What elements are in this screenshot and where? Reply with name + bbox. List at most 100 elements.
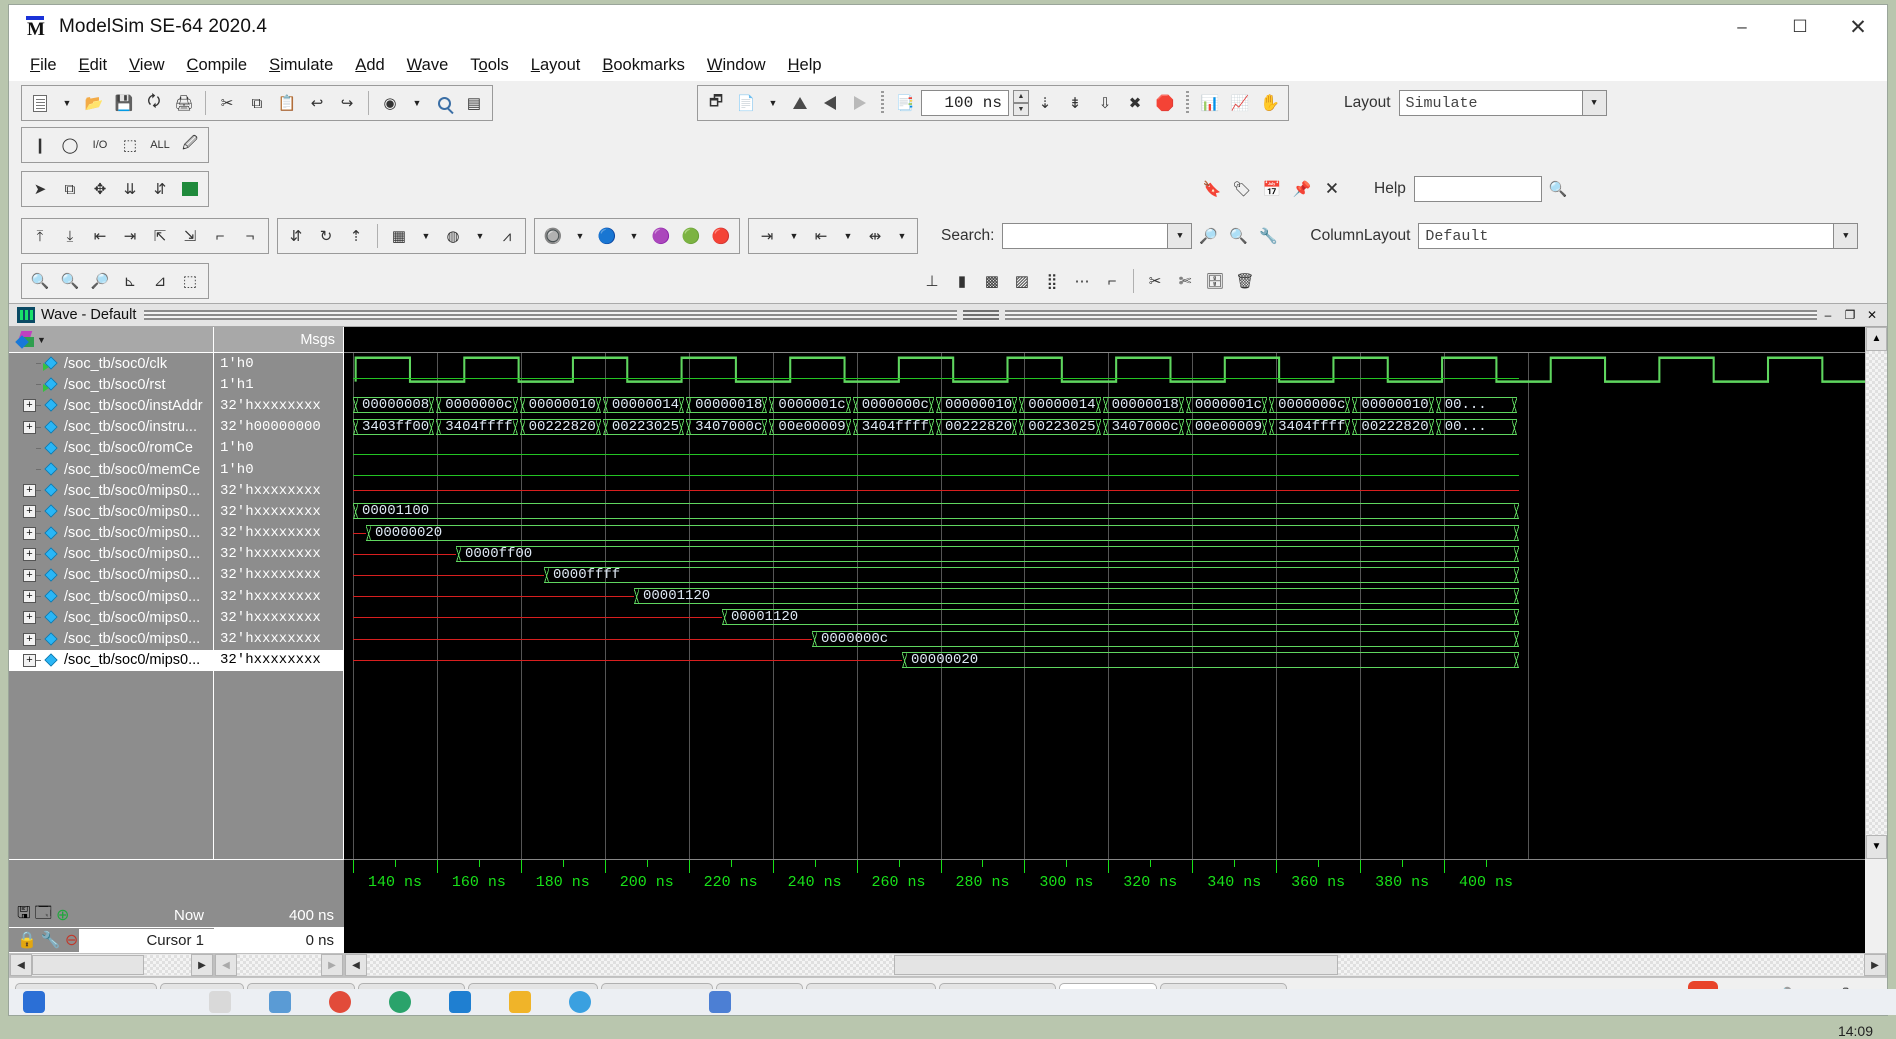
delete-bookmark-icon[interactable]: 🗙 [1318, 175, 1346, 203]
display-bars-icon[interactable]: ▮ [948, 267, 976, 295]
windows-start-icon[interactable] [23, 991, 45, 1013]
expand-signal-icon[interactable]: + [23, 611, 36, 624]
help-input[interactable] [1414, 176, 1542, 202]
io-icon[interactable]: I/O [86, 131, 114, 159]
step-dropdown-icon[interactable]: ▼ [762, 89, 784, 117]
wave-save-icon[interactable]: 🖫 [17, 902, 31, 929]
expand-signal-icon[interactable]: + [23, 505, 36, 518]
add-bookmark-icon[interactable]: 🔖 [1198, 175, 1226, 203]
expand-signal-icon[interactable]: + [23, 548, 36, 561]
chevron-down-icon[interactable]: ▼ [1582, 91, 1606, 115]
taskbar-qq-icon[interactable] [569, 991, 591, 1013]
expand-signal-icon[interactable]: + [23, 484, 36, 497]
lock-icon[interactable]: 🔒 [17, 930, 37, 950]
edit-bookmark-icon[interactable]: 🏷 [1228, 175, 1256, 203]
scroll-up-arrow-icon[interactable]: ▲ [1866, 327, 1887, 351]
zoom-in-icon[interactable]: 🔍 [26, 267, 54, 295]
signal-row[interactable]: +/soc_tb/soc0/clk [9, 353, 213, 374]
zoom-out-icon[interactable]: 🔍 [56, 267, 84, 295]
cursor-label[interactable]: Cursor 1 [79, 929, 214, 952]
collapse-icon[interactable]: ⇲ [176, 222, 204, 250]
wave-scroll-thumb[interactable] [894, 955, 1338, 975]
analog-icon[interactable]: ⩘ [493, 222, 521, 250]
run-icon[interactable]: ⇣ [1031, 89, 1059, 117]
cut-wave-icon[interactable]: ✂ [1141, 267, 1169, 295]
cut-icon[interactable]: ✂ [213, 89, 241, 117]
signal-value[interactable]: 1'h0 [214, 459, 343, 480]
radix-icon[interactable]: ◍ [439, 222, 467, 250]
menu-view[interactable]: View [118, 53, 175, 78]
columns-icon[interactable]: ▤ [460, 89, 488, 117]
names-scroll-thumb[interactable] [32, 955, 144, 975]
signal-value[interactable]: 32'hxxxxxxxx [214, 523, 343, 544]
signal-row[interactable]: +/soc_tb/soc0/mips0... [9, 544, 213, 565]
signal-row[interactable]: +/soc_tb/soc0/mips0... [9, 628, 213, 649]
zoom-full-icon[interactable]: 🔎 [86, 267, 114, 295]
undo-icon[interactable]: ↩ [303, 89, 331, 117]
wave-scroll-left-icon[interactable]: ◀ [345, 954, 367, 976]
values-scroll-track[interactable] [237, 955, 321, 975]
layout-select[interactable]: Simulate ▼ [1399, 90, 1607, 116]
signal-group-icon[interactable] [15, 331, 35, 349]
stop-icon[interactable]: 🛑 [1151, 89, 1179, 117]
signal-value[interactable]: 32'hxxxxxxxx [214, 565, 343, 586]
signal-value[interactable]: 32'hxxxxxxxx [214, 480, 343, 501]
add-cursor-icon[interactable]: ⊕ [56, 905, 69, 925]
redo-icon[interactable]: ↪ [333, 89, 361, 117]
signal-value[interactable]: 32'hxxxxxxxx [214, 650, 343, 671]
search-prev-icon[interactable]: 🔎 [1194, 222, 1222, 250]
signal-row[interactable]: +/soc_tb/soc0/mips0... [9, 523, 213, 544]
signal-row[interactable]: +/soc_tb/soc0/mips0... [9, 650, 213, 671]
wrench-icon[interactable]: 🔧 [41, 930, 61, 950]
menu-wave[interactable]: Wave [396, 53, 460, 78]
memory-profile-icon[interactable]: 📈 [1226, 89, 1254, 117]
signal-row[interactable]: +/soc_tb/soc0/memCe [9, 459, 213, 480]
search-chevron-down-icon[interactable]: ▼ [1167, 224, 1191, 248]
time-ruler[interactable]: 140 ns160 ns180 ns200 ns220 ns240 ns260 … [344, 859, 1865, 903]
marker-delete-icon[interactable]: 🟣 [647, 222, 675, 250]
all-signals-icon[interactable]: ALL [146, 131, 174, 159]
signal-value[interactable]: 32'hxxxxxxxx [214, 395, 343, 416]
signal-value[interactable]: 1'h1 [214, 374, 343, 395]
taskbar-explorer-icon[interactable] [269, 991, 291, 1013]
step-up-icon[interactable] [786, 89, 814, 117]
signal-row[interactable]: +/soc_tb/soc0/mips0... [9, 480, 213, 501]
compile-icon[interactable]: ◉ [376, 89, 404, 117]
expand-signal-icon[interactable]: + [23, 633, 36, 646]
reload-icon[interactable]: 🗘 [140, 89, 168, 117]
continue-run-icon[interactable]: ⇟ [1061, 89, 1089, 117]
scroll-down-arrow-icon[interactable]: ▼ [1866, 835, 1887, 859]
display-dither-icon[interactable]: ▨ [1008, 267, 1036, 295]
cursor-up-icon[interactable]: ⇡ [342, 222, 370, 250]
paste-icon[interactable]: 📋 [273, 89, 301, 117]
run-all-icon[interactable]: ⇩ [1091, 89, 1119, 117]
search-options-icon[interactable]: 🔧 [1254, 222, 1282, 250]
insert-cursor-icon[interactable]: ❙ [26, 131, 54, 159]
expand-time-dropdown-icon[interactable]: ▼ [783, 222, 805, 250]
taskbar-wechat-icon[interactable] [389, 991, 411, 1013]
distribute-icon[interactable]: ⇵ [146, 175, 174, 203]
names-hscrollbar[interactable]: ◀ ▶ [9, 953, 214, 977]
restart-sim-icon[interactable]: 📑 [891, 89, 919, 117]
wave-scroll-right-icon[interactable]: ▶ [1864, 954, 1886, 976]
expand-signal-icon[interactable]: + [23, 421, 36, 434]
values-hscrollbar[interactable]: ◀ ▶ [214, 953, 344, 977]
calendar-icon[interactable]: 📅 [1258, 175, 1286, 203]
names-scroll-right-icon[interactable]: ▶ [191, 954, 213, 976]
taskbar-notification-icon[interactable] [329, 991, 351, 1013]
display-grid-icon[interactable]: ▩ [978, 267, 1006, 295]
radix-dropdown-icon[interactable]: ▼ [469, 222, 491, 250]
wave-close-button[interactable]: ✕ [1861, 306, 1883, 324]
signal-value[interactable]: 32'hxxxxxxxx [214, 628, 343, 649]
signal-row[interactable]: +/soc_tb/soc0/mips0... [9, 501, 213, 522]
signal-row[interactable]: +/soc_tb/soc0/romCe [9, 438, 213, 459]
marker-add-icon[interactable]: 🔘 [539, 222, 567, 250]
signal-group-chevron-down-icon[interactable]: ▼ [37, 335, 46, 345]
taskbar-edge-icon[interactable] [449, 991, 471, 1013]
close-button[interactable]: ✕ [1829, 5, 1887, 49]
columnlayout-chevron-down-icon[interactable]: ▼ [1833, 224, 1857, 248]
step-into-icon[interactable]: 📄 [732, 89, 760, 117]
select-region-icon[interactable]: ⬚ [116, 131, 144, 159]
taskbar-modelsim-icon[interactable] [709, 991, 731, 1013]
scrollbar-track[interactable] [1866, 351, 1887, 835]
